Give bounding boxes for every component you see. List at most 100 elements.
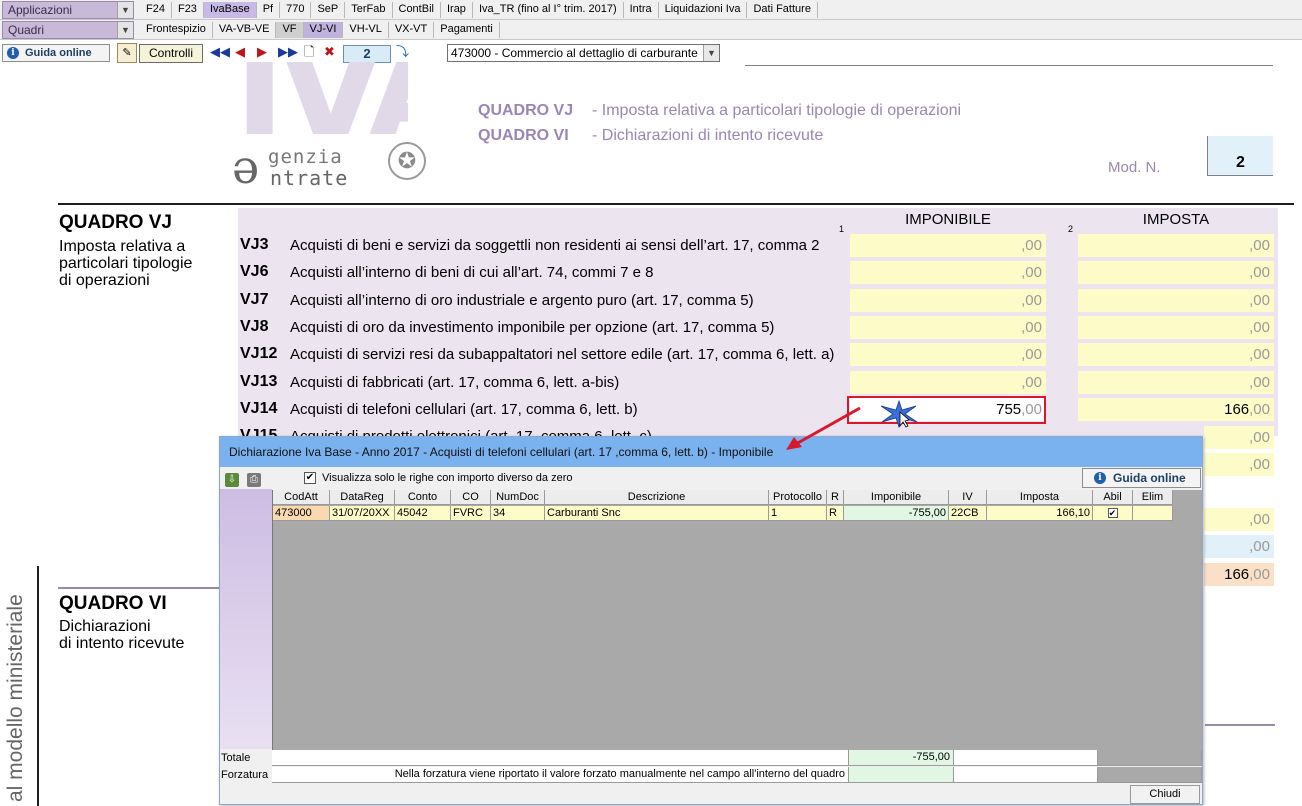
- imponibile-field[interactable]: ,00: [850, 261, 1046, 285]
- imposta-field[interactable]: 166,00: [1078, 397, 1274, 421]
- chevron-down-icon[interactable]: ▼: [117, 22, 133, 38]
- imposta-value: 166: [1224, 566, 1250, 583]
- side-divider: [37, 566, 39, 806]
- next-page-icon[interactable]: ▶: [257, 45, 267, 59]
- row-code: VJ13: [240, 372, 278, 390]
- decimal-suffix: ,00: [1249, 346, 1270, 364]
- menu-item-5[interactable]: SeP: [311, 2, 346, 18]
- column-header-co[interactable]: CO: [451, 490, 491, 505]
- imposta-field[interactable]: ,00: [1078, 315, 1274, 339]
- menu-item-0[interactable]: F24: [140, 2, 172, 18]
- guida-online-button[interactable]: i Guida online: [2, 44, 110, 62]
- quadro-tab-5[interactable]: VX-VT: [389, 22, 435, 38]
- row-code: VJ14: [240, 399, 278, 417]
- imposta-field[interactable]: ,00: [1204, 453, 1274, 476]
- imponibile-field[interactable]: ,00: [850, 288, 1046, 312]
- decimal-suffix: ,00: [1021, 346, 1042, 364]
- forzatura-field[interactable]: [849, 767, 954, 783]
- column-header-iv[interactable]: IV: [949, 490, 987, 505]
- quadro-tab-1[interactable]: VA-VB-VE: [213, 22, 277, 38]
- check-list-icon[interactable]: ✎: [117, 43, 137, 63]
- dialog-guida-online-button[interactable]: i Guida online: [1082, 468, 1201, 488]
- column-header-imposta[interactable]: Imposta: [987, 490, 1093, 505]
- chevron-down-icon[interactable]: ▼: [703, 45, 719, 61]
- page-number-field[interactable]: 2: [343, 45, 391, 63]
- export-icon[interactable]: ⇩: [225, 473, 239, 487]
- imponibile-field[interactable]: ,00: [850, 370, 1046, 394]
- menu-item-9[interactable]: Iva_TR (fino al I° trim. 2017): [473, 2, 624, 18]
- print-icon[interactable]: ⎙: [247, 473, 261, 487]
- imposta-field[interactable]: ,00: [1078, 261, 1274, 285]
- imposta-field[interactable]: 166,00: [1204, 563, 1274, 586]
- imponibile-field[interactable]: ,00: [850, 315, 1046, 339]
- abil-checkbox[interactable]: ✔: [1107, 508, 1118, 518]
- menu-item-10[interactable]: Intra: [624, 2, 659, 18]
- menu-item-4[interactable]: 770: [280, 2, 312, 18]
- previous-page-icon[interactable]: ◀: [235, 45, 245, 59]
- quadro-vi-divider: [58, 587, 228, 589]
- column-header-abil[interactable]: Abil: [1093, 490, 1133, 505]
- last-page-icon[interactable]: ▶▶: [278, 45, 298, 59]
- first-page-icon[interactable]: ◀◀: [210, 45, 230, 59]
- mod-n-field[interactable]: 2: [1207, 136, 1273, 176]
- menu-item-8[interactable]: Irap: [441, 2, 473, 18]
- menu-item-11[interactable]: Liquidazioni Iva: [659, 2, 748, 18]
- decimal-suffix: ,00: [1249, 373, 1270, 391]
- quadri-label: Quadri: [8, 23, 45, 37]
- menu-item-1[interactable]: F23: [172, 2, 204, 18]
- decimal-suffix: ,00: [1249, 566, 1270, 583]
- imposta-field[interactable]: ,00: [1204, 508, 1274, 531]
- emblem-icon: ✪: [388, 142, 426, 180]
- column-header-descrizione[interactable]: Descrizione: [545, 490, 769, 505]
- controlli-button[interactable]: Controlli: [139, 44, 203, 63]
- menu-item-6[interactable]: TerFab: [345, 2, 393, 18]
- column-header-r[interactable]: R: [827, 490, 844, 505]
- chevron-down-icon[interactable]: ▼: [117, 2, 133, 18]
- row-label: Acquisti di servizi resi da subappaltato…: [290, 346, 835, 364]
- imposta-field[interactable]: ,00: [1078, 234, 1274, 257]
- imposta-field[interactable]: ,00: [1078, 288, 1274, 312]
- cell-iv: 22CB: [949, 506, 987, 521]
- column-header-codatt[interactable]: CodAtt: [273, 490, 330, 505]
- imponibile-field[interactable]: ,00: [850, 234, 1046, 257]
- menu-item-2[interactable]: IvaBase: [203, 2, 257, 18]
- cell-conto: 45042: [395, 506, 451, 521]
- filter-checkbox[interactable]: ✔: [304, 472, 316, 484]
- imposta-field[interactable]: ,00: [1204, 535, 1274, 558]
- new-page-icon[interactable]: 🗋: [304, 45, 314, 59]
- imponibile-field[interactable]: ,00: [850, 343, 1046, 367]
- quadro-tab-2[interactable]: VF: [276, 22, 304, 38]
- chiudi-button[interactable]: Chiudi: [1130, 785, 1200, 804]
- quadri-dropdown[interactable]: Quadri ▼: [2, 21, 134, 39]
- menu-item-12[interactable]: Dati Fatture: [747, 2, 818, 18]
- menu-item-3[interactable]: Pf: [257, 2, 281, 18]
- applicazioni-dropdown[interactable]: Applicazioni ▼: [2, 1, 134, 19]
- quadro-tab-3[interactable]: VJ-VI: [303, 22, 344, 38]
- cell-co: FVRC: [451, 506, 491, 521]
- cell-abil[interactable]: ✔: [1093, 506, 1133, 521]
- applicazioni-menu: F24 F23 IvaBase Pf 770 SeP TerFab ContBil Irap Iv…: [140, 2, 818, 18]
- menu-item-7[interactable]: ContBil: [393, 2, 441, 18]
- column-header-elim[interactable]: Elim: [1133, 490, 1173, 505]
- column-header-datareg[interactable]: DataReg: [330, 490, 395, 505]
- imposta-field[interactable]: ,00: [1078, 370, 1274, 394]
- header-quadro-vi: QUADRO VI - Dichiarazioni di intento rice…: [478, 127, 824, 144]
- column-header-imponibile[interactable]: Imponibile: [844, 490, 949, 505]
- dialog-guida-online-label: Guida online: [1113, 471, 1186, 485]
- column-header-protocollo[interactable]: Protocollo: [769, 490, 827, 505]
- imposta-field[interactable]: ,00: [1078, 343, 1274, 367]
- guida-online-label: Guida online: [25, 47, 92, 59]
- cell-elim[interactable]: [1133, 506, 1173, 521]
- go-to-page-icon[interactable]: ⤵: [396, 45, 409, 59]
- column-header-conto[interactable]: Conto: [395, 490, 451, 505]
- imposta-field[interactable]: ,00: [1204, 426, 1274, 449]
- column-header-numdoc[interactable]: NumDoc: [491, 490, 545, 505]
- forzatura-note: Nella forzatura viene riportato il valor…: [272, 767, 849, 783]
- quadro-tab-6[interactable]: Pagamenti: [434, 22, 500, 38]
- quadro-tab-0[interactable]: Frontespizio: [140, 22, 213, 38]
- quadro-tab-4[interactable]: VH-VL: [343, 22, 389, 38]
- attivita-select[interactable]: 473000 - Commercio al dettaglio di carbu…: [447, 44, 720, 62]
- delete-page-icon[interactable]: ✖: [324, 45, 335, 59]
- table-row[interactable]: 473000 31/07/20XX 45042 FVRC 34 Carburanti Sn…: [273, 506, 1173, 521]
- mod-n-label: Mod. N.: [1108, 159, 1161, 176]
